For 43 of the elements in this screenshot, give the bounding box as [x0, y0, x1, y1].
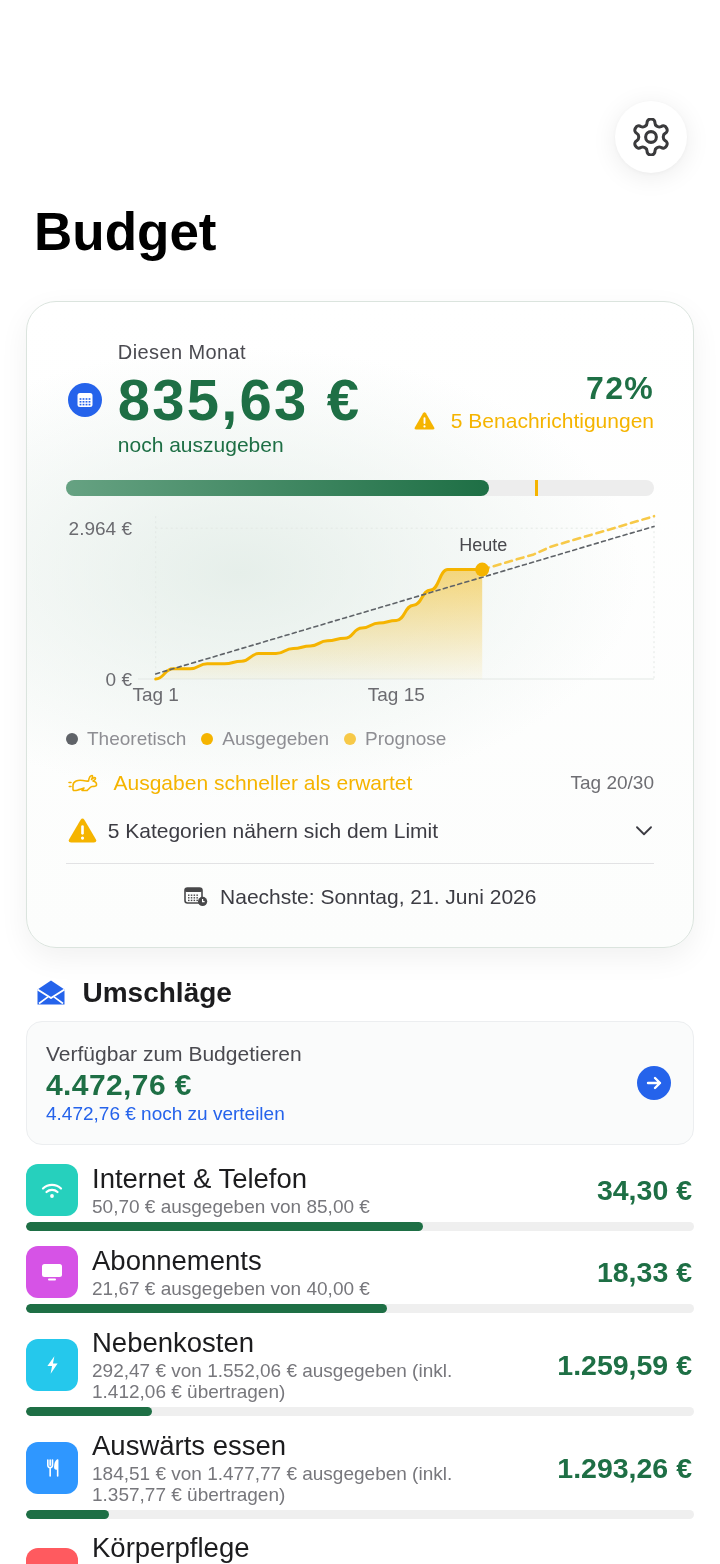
calendar-icon: [67, 383, 102, 417]
forward-button[interactable]: [637, 1066, 671, 1101]
warning-icon: [67, 818, 97, 844]
axis-label: Tag 1: [132, 684, 179, 705]
category-name: Abonnements: [92, 1246, 263, 1276]
envelope-icon: [35, 979, 66, 1007]
category-detail: 184,51 € von 1.477,77 € ausgegeben (inkl. 1.357,77 € übertragen): [92, 1463, 454, 1505]
available-note: 4.472,76 € noch zu verteilen: [46, 1103, 286, 1125]
axis-label: 2.964 €: [68, 518, 132, 539]
rabbit-icon: [67, 774, 98, 792]
day-progress-label: Tag 20/30: [570, 771, 654, 795]
available-label: Verfügbar zum Budgetieren: [46, 1042, 303, 1066]
category-detail: 21,67 € ausgegeben von 40,00 €: [92, 1278, 371, 1299]
today-point: [475, 562, 490, 577]
legend-label: Prognose: [365, 728, 447, 750]
page-title: Budget: [34, 201, 218, 262]
pace-message: Ausgaben schneller als erwartet: [113, 770, 414, 796]
category-detail: 50,70 € ausgegeben von 85,00 €: [92, 1196, 371, 1217]
axis-label: 0 €: [105, 668, 132, 690]
legend-label: Theoretisch: [87, 728, 187, 750]
calendar-clock-icon: [183, 886, 208, 908]
section-title: Umschläge: [82, 976, 232, 1010]
category-amount: 34,30 €: [596, 1173, 692, 1208]
category-name: Internet & Telefon: [92, 1164, 309, 1194]
spent-percent: 72%: [586, 370, 654, 406]
remaining-amount: 835,63 €: [117, 369, 363, 431]
legend-label: Ausgegeben: [222, 728, 329, 750]
category-name: Körperpflege: [92, 1534, 251, 1562]
category-amount: 1.259,59 €: [557, 1348, 692, 1382]
period-label: Diesen Monat: [117, 340, 247, 364]
limit-warning-button[interactable]: 5 Kategorien nähern sich dem Limit: [66, 817, 654, 845]
today-label: Heute: [459, 535, 508, 556]
available-amount: 4.472,76 €: [46, 1068, 193, 1102]
category-name: Nebenkosten: [92, 1328, 256, 1358]
category-name: Auswärts essen: [92, 1431, 288, 1461]
settings-icon: [632, 118, 670, 156]
category-detail: 292,47 € von 1.552,06 € ausgegeben (inkl. 1.412,06 € übertragen): [92, 1360, 454, 1402]
category-amount: 18,33 €: [596, 1255, 692, 1290]
category-amount: 1.293,26 €: [557, 1451, 692, 1485]
remaining-caption: noch auszugeben: [117, 433, 285, 457]
warning-icon: [413, 412, 435, 431]
axis-label: Tag 15: [367, 684, 425, 705]
next-date: Naechste: Sonntag, 21. Juni 2026: [220, 884, 537, 910]
